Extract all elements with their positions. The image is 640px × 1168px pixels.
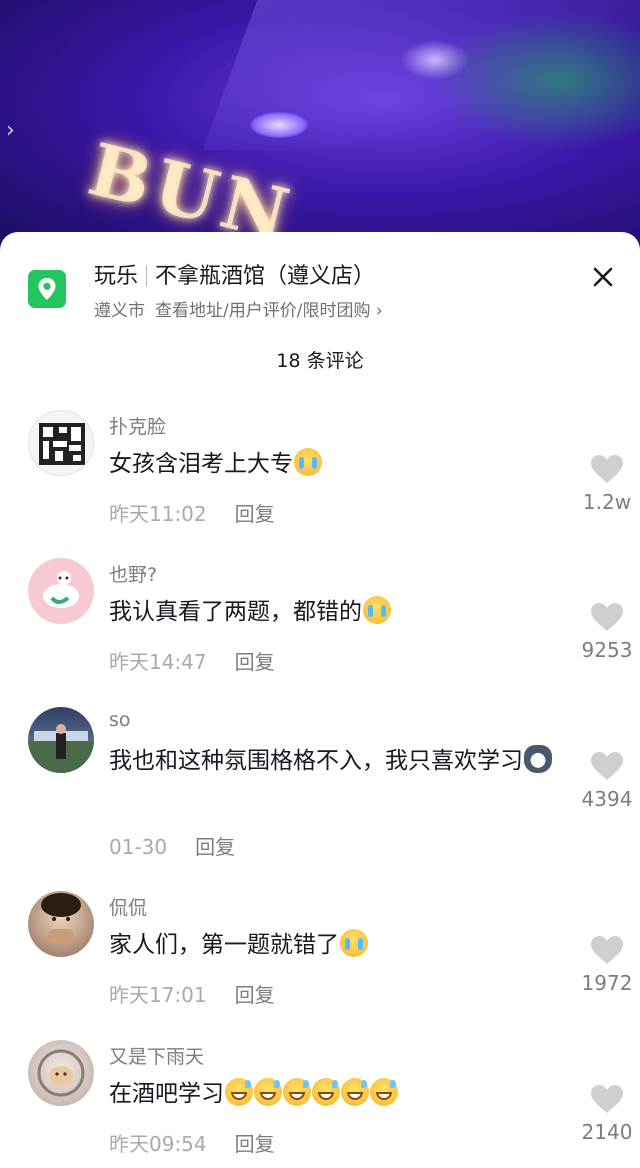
close-icon [593, 267, 613, 287]
avatar[interactable] [28, 891, 94, 957]
husky-emoji [524, 745, 552, 773]
like-count: 9253 [581, 638, 633, 662]
location-category: 玩乐 [94, 264, 139, 289]
heart-icon [591, 752, 623, 780]
comment-meta: 昨天11:02 回复 [109, 498, 275, 527]
like-button[interactable]: 1972 [574, 935, 640, 995]
reply-button[interactable]: 回复 [195, 835, 235, 859]
comment-meta: 昨天17:01 回复 [109, 979, 275, 1008]
like-count: 2140 [581, 1120, 633, 1144]
comment-username[interactable]: 扑克脸 [109, 412, 166, 439]
heart-icon [591, 936, 623, 964]
reply-button[interactable]: 回复 [235, 650, 275, 674]
comment-text-body: 我也和这种氛围格格不入，我只喜欢学习 [109, 748, 523, 774]
comment-time: 昨天11:02 [109, 502, 207, 526]
chevron-right-icon[interactable]: › [6, 118, 15, 143]
location-header[interactable]: 玩乐 不拿瓶酒馆（遵义店） 遵义市 查看地址/用户评价/限时团购 › [0, 232, 640, 332]
comment-time: 昨天17:01 [109, 983, 207, 1007]
avatar[interactable] [28, 558, 94, 624]
comment-username[interactable]: so [109, 709, 131, 731]
grinning-sweat-emoji [225, 1078, 253, 1106]
ceiling-light [250, 112, 308, 138]
like-count: 1.2w [582, 490, 632, 514]
grinning-sweat-emoji [254, 1078, 282, 1106]
crying-face-emoji [363, 596, 391, 624]
comment-time: 昨天14:47 [109, 650, 207, 674]
comment-count: 18 条评论 [276, 350, 364, 372]
chevron-right-icon: › [375, 301, 383, 321]
comment-text-body: 我认真看了两题，都错的 [109, 599, 362, 625]
comment-username[interactable]: 侃侃 [109, 893, 147, 920]
comment-text: 我也和这种氛围格格不入，我只喜欢学习 [109, 743, 579, 780]
comment-text: 在酒吧学习 [109, 1076, 579, 1113]
comment-text-body: 女孩含泪考上大专 [109, 451, 293, 477]
avatar[interactable] [28, 707, 94, 773]
comment-time: 昨天09:54 [109, 1132, 207, 1156]
location-city: 遵义市 [94, 301, 145, 321]
reply-button[interactable]: 回复 [235, 502, 275, 526]
like-button[interactable]: 2140 [574, 1084, 640, 1144]
like-count: 4394 [581, 787, 633, 811]
comment-sheet: 玩乐 不拿瓶酒馆（遵义店） 遵义市 查看地址/用户评价/限时团购 › 18 条评论 … [0, 232, 640, 1168]
comment-username[interactable]: 又是下雨天 [109, 1042, 204, 1069]
location-title[interactable]: 玩乐 不拿瓶酒馆（遵义店） [94, 258, 375, 290]
comment-meta: 01-30 回复 [109, 831, 235, 860]
close-button[interactable] [588, 262, 618, 292]
video-background[interactable]: BUN [0, 0, 640, 250]
like-button[interactable]: 4394 [574, 751, 640, 811]
reply-button[interactable]: 回复 [235, 1132, 275, 1156]
plant-decoration [430, 10, 640, 150]
divider [146, 266, 148, 286]
comment-time: 01-30 [109, 835, 168, 859]
like-count: 1972 [581, 971, 633, 995]
heart-icon [591, 455, 623, 483]
comment-text: 女孩含泪考上大专 [109, 446, 579, 483]
comment-text: 家人们，第一题就错了 [109, 927, 579, 964]
avatar[interactable] [28, 410, 94, 476]
crying-face-emoji [294, 448, 322, 476]
grinning-sweat-emoji [312, 1078, 340, 1106]
avatar[interactable] [28, 1040, 94, 1106]
location-pin-icon [28, 270, 66, 308]
like-button[interactable]: 1.2w [574, 454, 640, 514]
location-name: 不拿瓶酒馆（遵义店） [155, 264, 376, 289]
heart-icon [591, 603, 623, 631]
location-links: 查看地址/用户评价/限时团购 [155, 301, 371, 321]
comment-username[interactable]: 也野? [109, 560, 157, 587]
comment-text: 我认真看了两题，都错的 [109, 594, 579, 631]
like-button[interactable]: 9253 [574, 602, 640, 662]
comment-meta: 昨天14:47 回复 [109, 646, 275, 675]
comment-text-body: 家人们，第一题就错了 [109, 932, 339, 958]
grinning-sweat-emoji [370, 1078, 398, 1106]
heart-icon [591, 1085, 623, 1113]
comment-text-body: 在酒吧学习 [109, 1081, 224, 1107]
crying-face-emoji [340, 929, 368, 957]
grinning-sweat-emoji [341, 1078, 369, 1106]
location-subtitle[interactable]: 遵义市 查看地址/用户评价/限时团购 › [94, 296, 383, 321]
grinning-sweat-emoji [283, 1078, 311, 1106]
comment-meta: 昨天09:54 回复 [109, 1128, 275, 1157]
reply-button[interactable]: 回复 [235, 983, 275, 1007]
